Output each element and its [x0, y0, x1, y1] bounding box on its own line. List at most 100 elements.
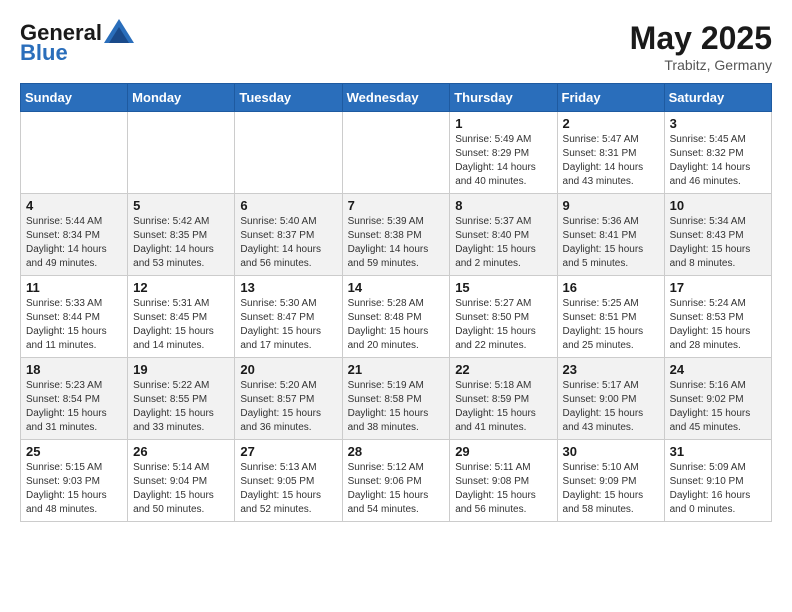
day-info: Sunrise: 5:19 AM Sunset: 8:58 PM Dayligh…	[348, 379, 445, 435]
calendar-cell: 15Sunrise: 5:27 AM Sunset: 8:50 PM Dayli…	[450, 276, 557, 358]
calendar-week-row: 4 Sunrise: 5:44 AM Sunset: 8:34 PM Daylig…	[21, 194, 772, 276]
calendar-cell: 22 Sunrise: 5:18 AM Sunset: 8:59 PM Dayli…	[450, 358, 557, 440]
day-number: 22	[455, 362, 551, 377]
day-number: 21	[348, 362, 445, 377]
day-info: Sunrise: 5:18 AM Sunset: 8:59 PM Dayligh…	[455, 379, 551, 435]
day-info: Sunrise: 5:23 AM Sunset: 8:54 PM Dayligh…	[26, 379, 122, 435]
weekday-header-row: SundayMondayTuesdayWednesdayThursdayFrid…	[21, 84, 772, 112]
weekday-header-friday: Friday	[557, 84, 664, 112]
calendar-cell: 23Sunrise: 5:17 AM Sunset: 9:00 PM Dayli…	[557, 358, 664, 440]
calendar-cell: 11 Sunrise: 5:33 AM Sunset: 8:44 PM Dayli…	[21, 276, 128, 358]
calendar-cell: 9 Sunrise: 5:36 AM Sunset: 8:41 PM Daylig…	[557, 194, 664, 276]
day-number: 17	[670, 280, 766, 295]
weekday-header-monday: Monday	[128, 84, 235, 112]
day-info: Sunrise: 5:27 AM Sunset: 8:50 PM Dayligh…	[455, 297, 551, 353]
location: Trabitz, Germany	[630, 57, 772, 73]
calendar-cell: 16 Sunrise: 5:25 AM Sunset: 8:51 PM Dayli…	[557, 276, 664, 358]
weekday-header-wednesday: Wednesday	[342, 84, 450, 112]
calendar-table: SundayMondayTuesdayWednesdayThursdayFrid…	[20, 83, 772, 522]
day-info: Sunrise: 5:34 AM Sunset: 8:43 PM Dayligh…	[670, 215, 766, 271]
calendar-cell: 24 Sunrise: 5:16 AM Sunset: 9:02 PM Dayli…	[664, 358, 771, 440]
day-info: Sunrise: 5:47 AM Sunset: 8:31 PM Dayligh…	[563, 133, 659, 189]
weekday-header-tuesday: Tuesday	[235, 84, 342, 112]
day-number: 25	[26, 444, 122, 459]
day-number: 24	[670, 362, 766, 377]
calendar-cell: 12Sunrise: 5:31 AM Sunset: 8:45 PM Dayli…	[128, 276, 235, 358]
calendar-cell: 10 Sunrise: 5:34 AM Sunset: 8:43 PM Dayli…	[664, 194, 771, 276]
day-number: 18	[26, 362, 122, 377]
day-number: 14	[348, 280, 445, 295]
logo-blue: Blue	[20, 40, 68, 66]
logo: General Blue	[20, 20, 134, 66]
day-info: Sunrise: 5:36 AM Sunset: 8:41 PM Dayligh…	[563, 215, 659, 271]
day-number: 6	[240, 198, 336, 213]
calendar-cell	[21, 112, 128, 194]
day-info: Sunrise: 5:33 AM Sunset: 8:44 PM Dayligh…	[26, 297, 122, 353]
day-info: Sunrise: 5:20 AM Sunset: 8:57 PM Dayligh…	[240, 379, 336, 435]
calendar-cell: 18 Sunrise: 5:23 AM Sunset: 8:54 PM Dayli…	[21, 358, 128, 440]
day-info: Sunrise: 5:09 AM Sunset: 9:10 PM Dayligh…	[670, 461, 766, 517]
day-number: 10	[670, 198, 766, 213]
calendar-cell: 19Sunrise: 5:22 AM Sunset: 8:55 PM Dayli…	[128, 358, 235, 440]
day-info: Sunrise: 5:28 AM Sunset: 8:48 PM Dayligh…	[348, 297, 445, 353]
day-info: Sunrise: 5:49 AM Sunset: 8:29 PM Dayligh…	[455, 133, 551, 189]
calendar-cell: 4 Sunrise: 5:44 AM Sunset: 8:34 PM Daylig…	[21, 194, 128, 276]
day-info: Sunrise: 5:25 AM Sunset: 8:51 PM Dayligh…	[563, 297, 659, 353]
day-number: 1	[455, 116, 551, 131]
calendar-cell: 27Sunrise: 5:13 AM Sunset: 9:05 PM Dayli…	[235, 440, 342, 522]
calendar-cell: 25Sunrise: 5:15 AM Sunset: 9:03 PM Dayli…	[21, 440, 128, 522]
day-info: Sunrise: 5:17 AM Sunset: 9:00 PM Dayligh…	[563, 379, 659, 435]
calendar-cell: 28 Sunrise: 5:12 AM Sunset: 9:06 PM Dayli…	[342, 440, 450, 522]
day-info: Sunrise: 5:44 AM Sunset: 8:34 PM Dayligh…	[26, 215, 122, 271]
calendar-week-row: 25Sunrise: 5:15 AM Sunset: 9:03 PM Dayli…	[21, 440, 772, 522]
day-info: Sunrise: 5:39 AM Sunset: 8:38 PM Dayligh…	[348, 215, 445, 271]
day-number: 31	[670, 444, 766, 459]
calendar-cell: 30 Sunrise: 5:10 AM Sunset: 9:09 PM Dayli…	[557, 440, 664, 522]
day-number: 4	[26, 198, 122, 213]
day-info: Sunrise: 5:24 AM Sunset: 8:53 PM Dayligh…	[670, 297, 766, 353]
weekday-header-saturday: Saturday	[664, 84, 771, 112]
day-number: 26	[133, 444, 229, 459]
day-number: 3	[670, 116, 766, 131]
calendar-cell: 26 Sunrise: 5:14 AM Sunset: 9:04 PM Dayli…	[128, 440, 235, 522]
calendar-cell: 7 Sunrise: 5:39 AM Sunset: 8:38 PM Daylig…	[342, 194, 450, 276]
calendar-cell: 5 Sunrise: 5:42 AM Sunset: 8:35 PM Daylig…	[128, 194, 235, 276]
day-info: Sunrise: 5:31 AM Sunset: 8:45 PM Dayligh…	[133, 297, 229, 353]
calendar-cell: 3 Sunrise: 5:45 AM Sunset: 8:32 PM Daylig…	[664, 112, 771, 194]
month-title: May 2025	[630, 20, 772, 57]
weekday-header-thursday: Thursday	[450, 84, 557, 112]
calendar-cell: 13Sunrise: 5:30 AM Sunset: 8:47 PM Dayli…	[235, 276, 342, 358]
calendar-cell: 20 Sunrise: 5:20 AM Sunset: 8:57 PM Dayli…	[235, 358, 342, 440]
calendar-cell: 6 Sunrise: 5:40 AM Sunset: 8:37 PM Daylig…	[235, 194, 342, 276]
calendar-cell: 31 Sunrise: 5:09 AM Sunset: 9:10 PM Dayli…	[664, 440, 771, 522]
day-number: 9	[563, 198, 659, 213]
day-info: Sunrise: 5:16 AM Sunset: 9:02 PM Dayligh…	[670, 379, 766, 435]
day-number: 11	[26, 280, 122, 295]
logo-icon	[104, 19, 134, 43]
day-number: 13	[240, 280, 336, 295]
day-number: 28	[348, 444, 445, 459]
calendar-cell: 8 Sunrise: 5:37 AM Sunset: 8:40 PM Daylig…	[450, 194, 557, 276]
day-number: 8	[455, 198, 551, 213]
day-info: Sunrise: 5:40 AM Sunset: 8:37 PM Dayligh…	[240, 215, 336, 271]
day-number: 7	[348, 198, 445, 213]
calendar-cell: 17 Sunrise: 5:24 AM Sunset: 8:53 PM Dayli…	[664, 276, 771, 358]
day-info: Sunrise: 5:10 AM Sunset: 9:09 PM Dayligh…	[563, 461, 659, 517]
day-number: 19	[133, 362, 229, 377]
calendar-cell: 2 Sunrise: 5:47 AM Sunset: 8:31 PM Daylig…	[557, 112, 664, 194]
calendar-week-row: 18 Sunrise: 5:23 AM Sunset: 8:54 PM Dayli…	[21, 358, 772, 440]
day-number: 16	[563, 280, 659, 295]
day-info: Sunrise: 5:45 AM Sunset: 8:32 PM Dayligh…	[670, 133, 766, 189]
day-info: Sunrise: 5:14 AM Sunset: 9:04 PM Dayligh…	[133, 461, 229, 517]
day-info: Sunrise: 5:42 AM Sunset: 8:35 PM Dayligh…	[133, 215, 229, 271]
day-number: 2	[563, 116, 659, 131]
title-block: May 2025 Trabitz, Germany	[630, 20, 772, 73]
calendar-cell: 14 Sunrise: 5:28 AM Sunset: 8:48 PM Dayli…	[342, 276, 450, 358]
day-number: 30	[563, 444, 659, 459]
calendar-cell: 29Sunrise: 5:11 AM Sunset: 9:08 PM Dayli…	[450, 440, 557, 522]
day-info: Sunrise: 5:37 AM Sunset: 8:40 PM Dayligh…	[455, 215, 551, 271]
day-number: 29	[455, 444, 551, 459]
day-number: 5	[133, 198, 229, 213]
day-number: 20	[240, 362, 336, 377]
day-info: Sunrise: 5:12 AM Sunset: 9:06 PM Dayligh…	[348, 461, 445, 517]
